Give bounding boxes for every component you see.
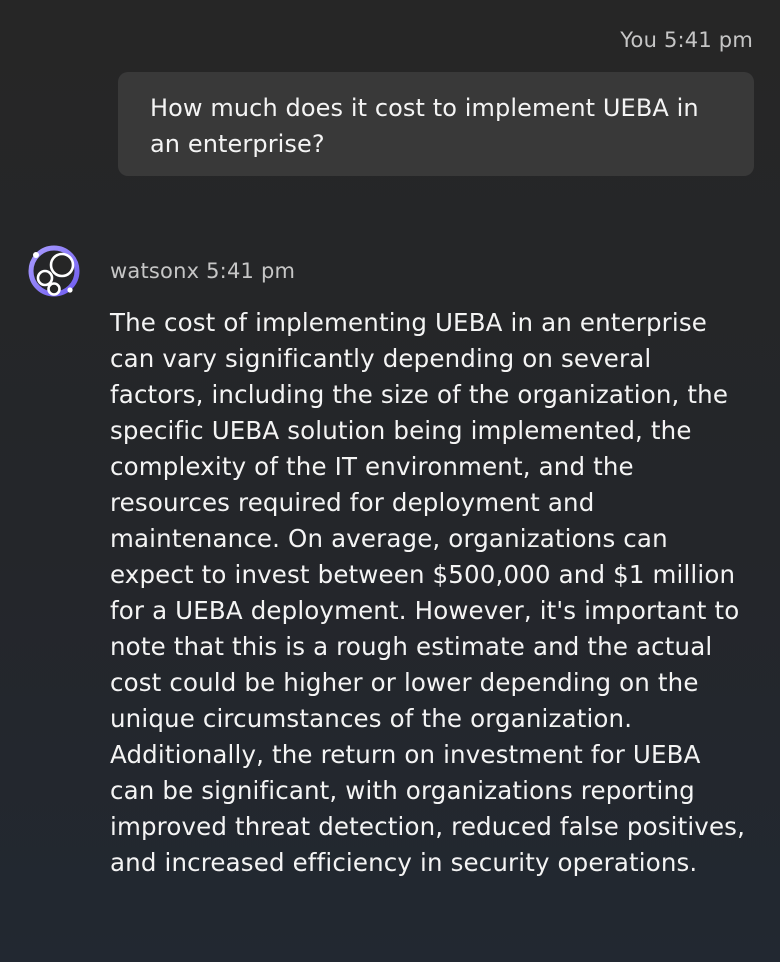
bot-author: watsonx xyxy=(110,259,200,283)
user-message-bubble: How much does it cost to implement UEBA … xyxy=(118,72,754,176)
watsonx-logo-icon xyxy=(28,245,80,297)
bot-timestamp: 5:41 pm xyxy=(206,259,296,283)
user-message-meta: You 5:41 pm xyxy=(620,28,753,52)
bot-message-meta: watsonx 5:41 pm xyxy=(110,259,295,283)
user-timestamp: 5:41 pm xyxy=(663,28,753,52)
bot-message-text: The cost of implementing UEBA in an ente… xyxy=(110,308,746,877)
user-author: You xyxy=(620,28,658,52)
